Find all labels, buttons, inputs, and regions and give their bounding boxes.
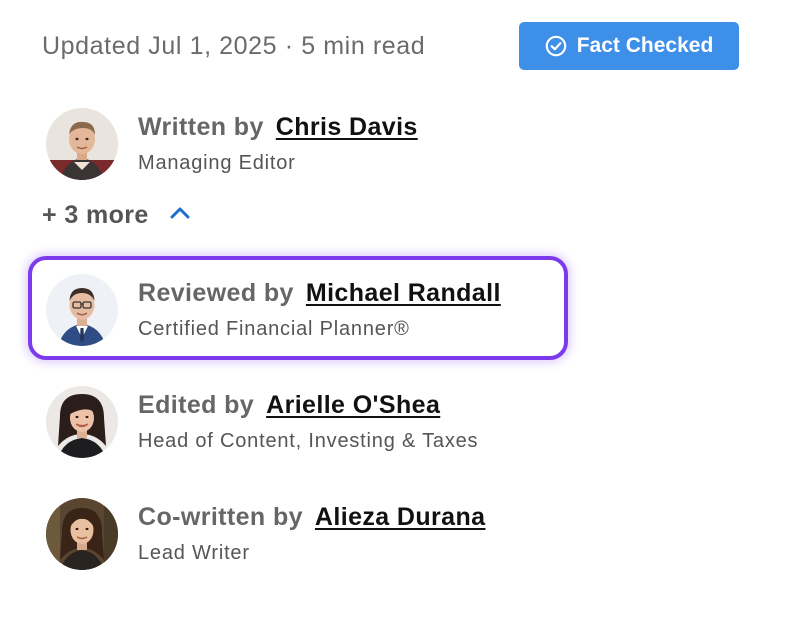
- avatar-editor[interactable]: [46, 386, 118, 458]
- writer-role-line: Written by Chris Davis: [138, 113, 418, 142]
- author-reviewer: Reviewed by Michael Randall Certified Fi…: [46, 274, 501, 346]
- writer-name-link[interactable]: Chris Davis: [276, 113, 418, 142]
- cowriter-role-line: Co-written by Alieza Durana: [138, 503, 485, 532]
- reviewed-by-label: Reviewed by: [138, 279, 294, 307]
- fact-checked-label: Fact Checked: [576, 34, 714, 57]
- author-cowriter: Co-written by Alieza Durana Lead Writer: [46, 498, 485, 570]
- author-byline-panel: Updated Jul 1, 2025 · 5 min read Fact Ch…: [0, 0, 788, 618]
- edited-by-label: Edited by: [138, 391, 255, 419]
- editor-role-line: Edited by Arielle O'Shea: [138, 391, 478, 420]
- updated-date-read-time: Updated Jul 1, 2025 · 5 min read: [42, 31, 426, 60]
- cowriter-info: Co-written by Alieza Durana Lead Writer: [138, 503, 485, 565]
- editor-title: Head of Content, Investing & Taxes: [138, 430, 479, 452]
- co-written-by-label: Co-written by: [138, 503, 303, 531]
- avatar-writer[interactable]: [46, 108, 118, 180]
- editor-name-link[interactable]: Arielle O'Shea: [266, 391, 440, 420]
- fact-checked-badge[interactable]: Fact Checked: [519, 22, 739, 70]
- editor-info: Edited by Arielle O'Shea Head of Content…: [138, 391, 478, 453]
- chevron-up-icon: [169, 206, 191, 225]
- cowriter-title: Lead Writer: [138, 542, 250, 564]
- avatar-cowriter[interactable]: [46, 498, 118, 570]
- article-meta: Updated Jul 1, 2025 · 5 min read: [42, 22, 425, 70]
- check-circle-icon: [545, 35, 567, 57]
- author-editor: Edited by Arielle O'Shea Head of Content…: [46, 386, 478, 458]
- reviewer-title: Certified Financial Planner®: [138, 318, 410, 340]
- writer-title: Managing Editor: [138, 152, 296, 174]
- writer-info: Written by Chris Davis Managing Editor: [138, 113, 418, 175]
- reviewer-role-line: Reviewed by Michael Randall: [138, 279, 501, 308]
- cowriter-name-link[interactable]: Alieza Durana: [315, 503, 486, 532]
- reviewer-info: Reviewed by Michael Randall Certified Fi…: [138, 279, 501, 341]
- avatar-reviewer[interactable]: [46, 274, 118, 346]
- more-authors-label: + 3 more: [42, 200, 149, 229]
- show-more-authors-toggle[interactable]: + 3 more: [42, 198, 191, 232]
- reviewer-name-link[interactable]: Michael Randall: [306, 279, 501, 308]
- written-by-label: Written by: [138, 113, 264, 141]
- author-writer: Written by Chris Davis Managing Editor: [46, 108, 418, 180]
